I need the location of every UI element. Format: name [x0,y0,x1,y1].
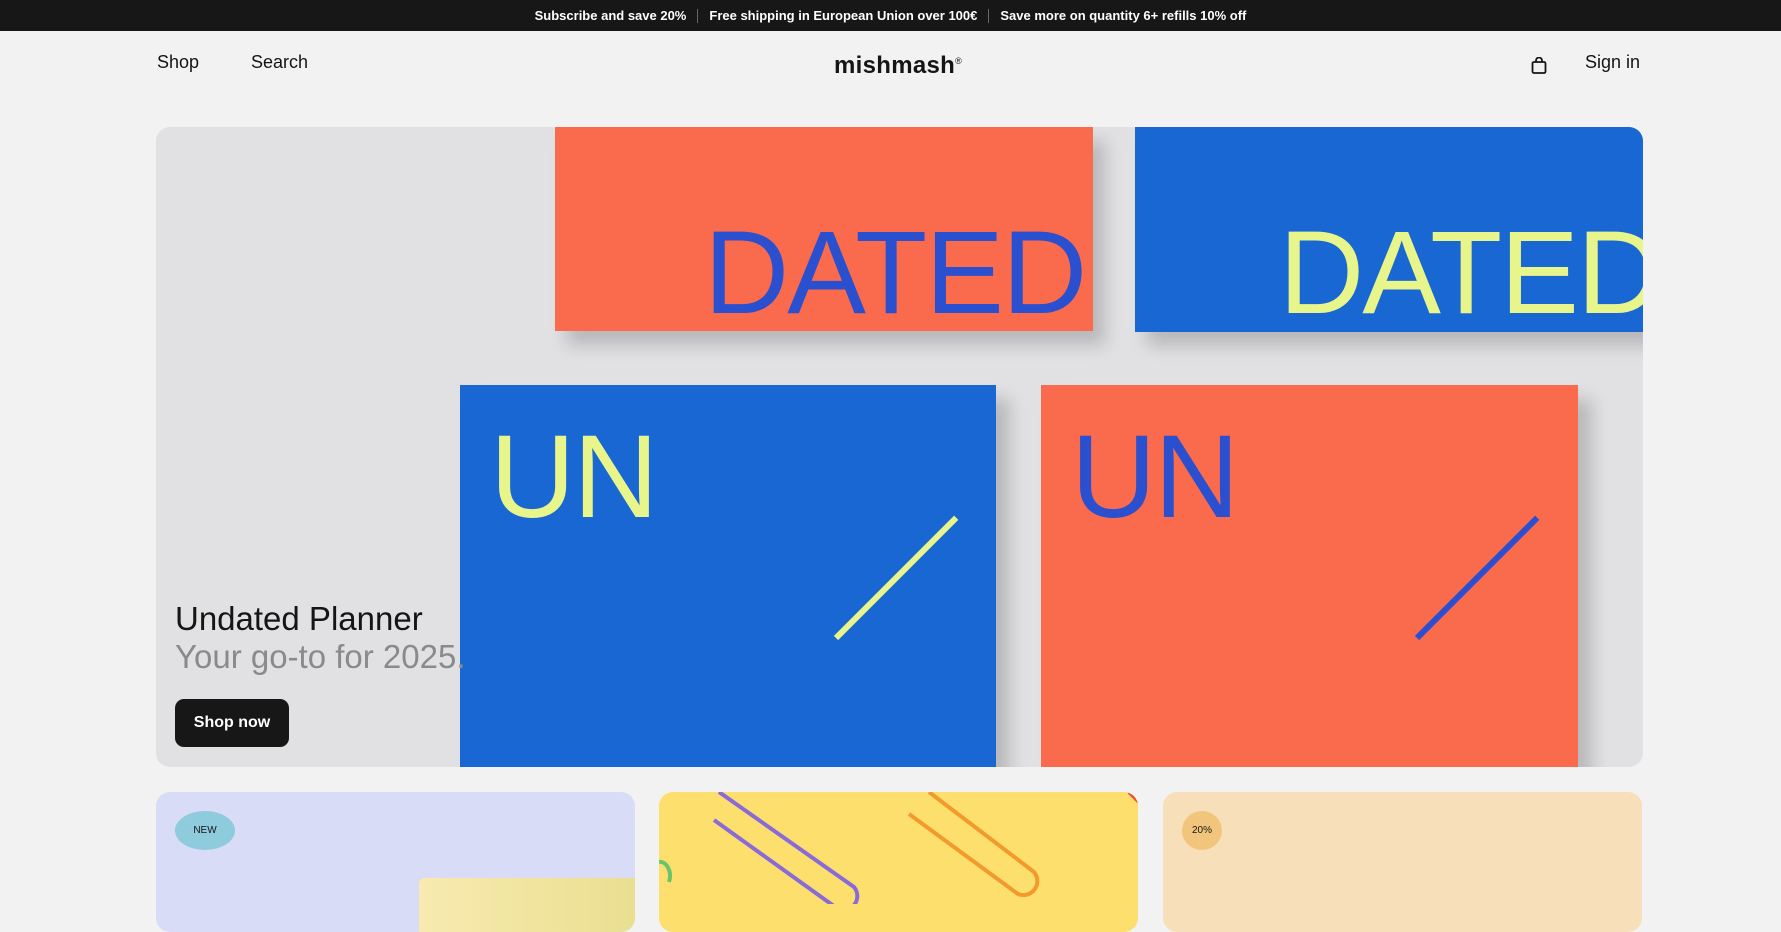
nav-shop[interactable]: Shop [157,52,199,73]
announcement-subscribe[interactable]: Subscribe and save 20% [535,8,687,23]
image-text-dated: DATED [704,207,1087,331]
product-card[interactable]: NEW [156,792,635,932]
shopping-bag-icon[interactable] [1531,57,1547,74]
logo[interactable]: mishmash® [834,52,962,80]
image-text-dated: DATED [1279,207,1643,332]
shop-now-button[interactable]: Shop now [175,699,289,747]
divider [697,8,699,23]
slash-mark [833,515,959,641]
planner-image-orange-undated: UN [1041,385,1578,767]
hero-subtitle: Your go-to for 2025. [175,638,466,675]
new-badge: NEW [175,811,235,850]
registered-mark: ® [955,56,963,66]
nav-search[interactable]: Search [251,52,308,73]
planner-image-blue-dated: DATED [1135,127,1643,332]
slash-mark [1414,515,1540,641]
logo-text: mishmash [834,52,956,79]
divider [988,8,990,23]
planner-image-orange-dated: DATED [555,127,1093,331]
hero-title: Undated Planner [175,600,423,637]
product-image [419,878,635,932]
image-text-un: UN [490,411,658,543]
product-card[interactable]: 20% [1163,792,1642,932]
discount-badge: 20% [1182,811,1222,850]
hero-banner[interactable]: DATED DATED UN UN Undated Planner Your g… [156,127,1643,767]
sign-in-link[interactable]: Sign in [1585,52,1640,73]
announcement-bar: Subscribe and save 20% Free shipping in … [0,0,1781,31]
announcement-quantity[interactable]: Save more on quantity 6+ refills 10% off [1000,8,1246,23]
paperclips-image [659,792,1138,904]
image-text-un: UN [1071,411,1239,543]
announcement-shipping[interactable]: Free shipping in European Union over 100… [709,8,977,23]
product-card[interactable] [659,792,1138,932]
planner-image-blue-undated: UN [460,385,996,767]
